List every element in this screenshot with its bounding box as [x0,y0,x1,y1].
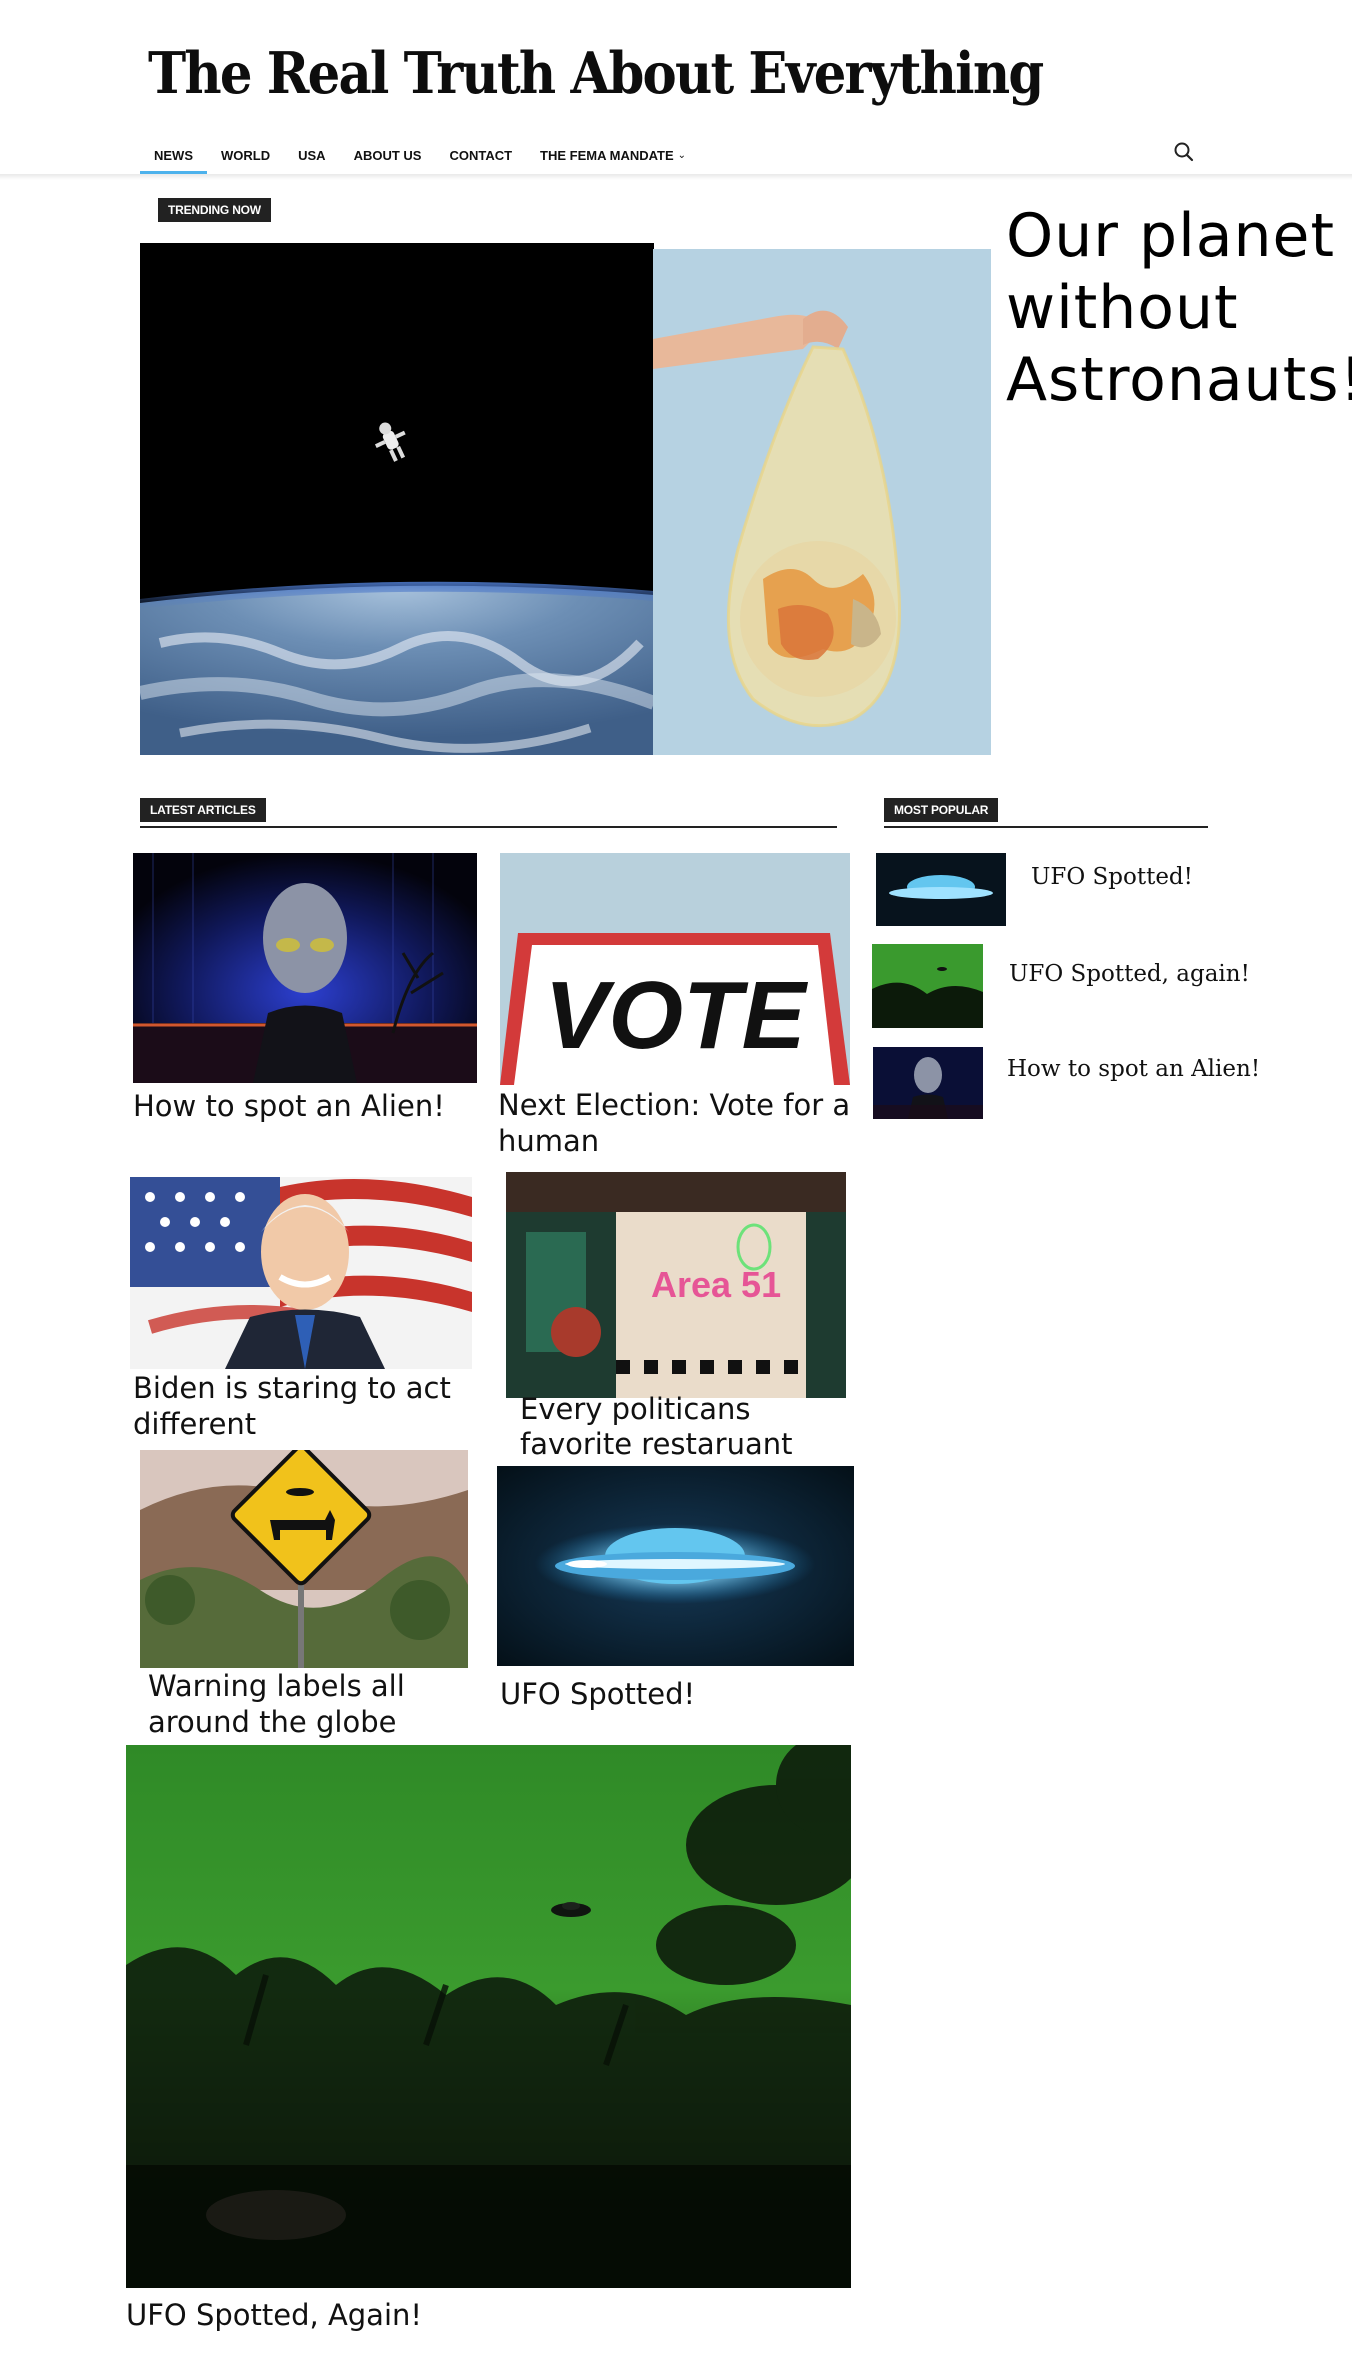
popular-title[interactable]: UFO Spotted, again! [1009,961,1250,987]
article-title[interactable]: Warning labels all around the globe [148,1668,468,1740]
site-title[interactable]: The Real Truth About Everything [148,40,1044,107]
neon-sign-text: Area 51 [651,1264,781,1305]
latest-articles-label: LATEST ARTICLES [140,798,266,822]
latest-articles-rule [140,826,837,828]
most-popular-label: MOST POPULAR [884,798,999,822]
nav-item-usa[interactable]: USA [284,136,339,174]
article-thumb-vote[interactable]: VOTE [500,853,850,1085]
article-thumb-biden[interactable] [130,1177,472,1369]
nav-item-news[interactable]: NEWS [140,136,207,174]
popular-title[interactable]: How to spot an Alien! [1007,1056,1260,1082]
main-nav: NEWS WORLD USA ABOUT US CONTACT THE FEMA… [140,136,700,174]
article-title[interactable]: UFO Spotted, Again! [126,2297,546,2333]
article-thumb-ufo[interactable] [497,1466,854,1666]
popular-thumb-ufo[interactable] [876,853,1006,926]
popular-thumb-alien[interactable] [873,1047,983,1119]
article-title[interactable]: How to spot an Alien! [133,1088,477,1124]
nav-item-label: THE FEMA MANDATE [540,147,674,163]
chevron-down-icon: ⌄ [677,149,687,161]
search-icon[interactable] [1172,140,1196,164]
popular-thumb-ufo-green[interactable] [872,944,983,1028]
article-thumb-alien[interactable] [133,853,477,1083]
article-thumb-restaurant[interactable]: Area 51 [506,1172,846,1398]
popular-title[interactable]: UFO Spotted! [1031,864,1193,890]
nav-item-about-us[interactable]: ABOUT US [340,136,436,174]
header-divider [0,174,1352,180]
vote-sign-text: VOTE [544,962,808,1069]
hero-image-earth-bag[interactable] [653,249,991,755]
article-title[interactable]: Next Election: Vote for a human [498,1087,858,1159]
article-title[interactable]: Every politicans favorite restaruant [520,1392,840,1462]
trending-now-label: TRENDING NOW [158,198,271,222]
nav-item-world[interactable]: WORLD [207,136,284,174]
nav-item-contact[interactable]: CONTACT [435,136,526,174]
article-title[interactable]: UFO Spotted! [500,1676,840,1712]
article-thumb-warning-sign[interactable] [140,1450,468,1668]
hero-image-astronaut[interactable] [140,243,654,755]
trending-headline[interactable]: Our planet without Astronauts! [1006,200,1352,416]
article-thumb-ufo-green[interactable] [126,1745,851,2288]
article-title[interactable]: Biden is staring to act different [133,1370,483,1442]
most-popular-rule [884,826,1208,828]
nav-item-fema-mandate[interactable]: THE FEMA MANDATE ⌄ [526,136,700,174]
